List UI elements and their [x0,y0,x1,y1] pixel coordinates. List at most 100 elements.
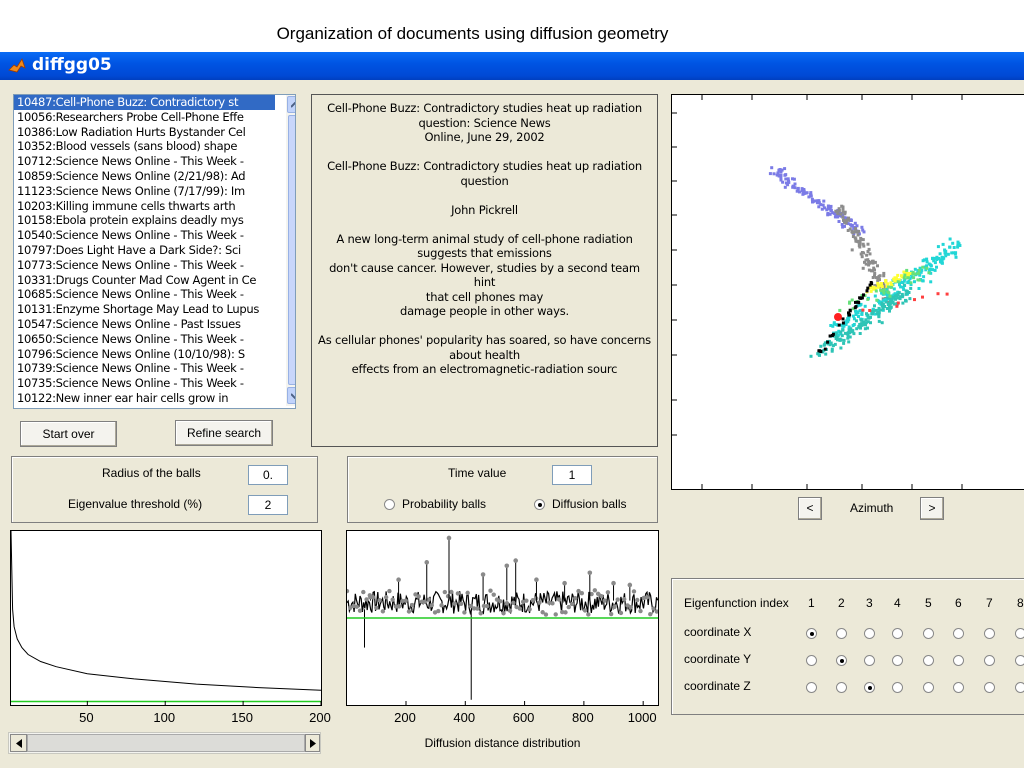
scroll-thumb[interactable] [288,115,295,385]
eigenfunction-index-label: Eigenfunction index [684,596,789,610]
coordinate-radio[interactable] [923,655,934,666]
scatter-point [889,298,893,302]
document-list-item[interactable]: 10859:Science News Online (2/21/98): Ad [14,169,275,184]
coordinate-radio[interactable] [836,655,847,666]
scatter-point [874,276,878,280]
document-list-item[interactable]: 10739:Science News Online - This Week - [14,361,275,376]
scatter-point [922,275,926,279]
scatter-point [931,256,934,260]
scroll-up-button[interactable] [287,96,295,113]
scatter-point [850,224,854,228]
window-title: diffgg05 [32,55,112,75]
coordinate-radio[interactable] [1015,655,1024,666]
scatter-point [850,230,854,234]
scroll-left-button[interactable] [10,734,27,752]
document-list-item[interactable]: 10796:Science News Online (10/10/98): S [14,347,275,362]
coordinate-radio[interactable] [1015,682,1024,693]
scatter-point [865,289,869,293]
scatter-point [843,224,846,228]
coordinate-radio[interactable] [923,682,934,693]
scatter-point [884,279,888,283]
coordinate-radio[interactable] [1015,628,1024,639]
document-list-item[interactable]: 10540:Science News Online - This Week - [14,228,275,243]
document-list-item[interactable]: 10712:Science News Online - This Week - [14,154,275,169]
eigenvalue-threshold-input[interactable]: 2 [248,495,288,515]
document-list-item[interactable]: 10056:Researchers Probe Cell-Phone Effe [14,110,275,125]
coordinate-radio[interactable] [806,682,817,693]
document-text-line: As cellular phones' popularity has soare… [318,333,651,347]
scroll-down-button[interactable] [287,387,295,404]
distance-marker [449,589,454,595]
scatter-point [870,259,874,263]
scatter-point [885,307,889,310]
coordinate-radio[interactable] [806,655,817,666]
coordinate-radio[interactable] [953,628,964,639]
coordinate-radio[interactable] [953,655,964,666]
scatter-point [846,320,850,324]
azimuth-right-button[interactable]: > [920,497,944,520]
scatter-point [899,285,903,289]
scatter-point [927,271,931,275]
coordinate-radio[interactable] [836,682,847,693]
document-list-item[interactable]: 10122:New inner ear hair cells grow in [14,391,275,406]
coordinate-radio[interactable] [836,628,847,639]
document-text-line: that cell phones may [425,289,544,304]
probability-balls-radio[interactable] [384,499,395,510]
coordinate-radio[interactable] [806,628,817,639]
document-list-item[interactable]: 10386:Low Radiation Hurts Bystander Cel [14,125,275,140]
scroll-right-button[interactable] [305,734,320,752]
document-list-item[interactable]: 10331:Drugs Counter Mad Cow Agent in Ce [14,273,275,288]
document-list-item[interactable]: 10352:Blood vessels (sans blood) shape [14,139,275,154]
selected-document-point [834,313,842,321]
document-list-item[interactable]: 10685:Science News Online - This Week - [14,287,275,302]
coordinate-radio[interactable] [892,628,903,639]
title-bar[interactable] [0,52,1024,80]
document-list-item[interactable]: 10487:Cell-Phone Buzz: Contradictory st [14,95,275,110]
horizontal-scrollbar[interactable] [8,732,321,754]
coordinate-radio[interactable] [864,628,875,639]
scatter-point [811,200,814,204]
document-list-item[interactable]: 11123:Science News Online (7/17/99): Im [14,184,275,199]
list-scrollbar[interactable] [286,95,295,406]
eigenvalue-threshold-label: Eigenvalue threshold (%) [68,497,203,511]
scatter-point [872,266,876,270]
distance-marker [387,588,392,594]
document-list-item[interactable]: 10131:Enzyme Shortage May Lead to Lupus [14,302,275,317]
coordinate-radio[interactable] [984,628,995,639]
coordinate-radio[interactable] [923,628,934,639]
start-over-button[interactable]: Start over [20,421,117,447]
document-list-item[interactable]: 10547:Science News Online - Past Issues [14,317,275,332]
coordinate-radio[interactable] [864,655,875,666]
radius-input[interactable]: 0. [248,465,288,485]
coordinate-radio[interactable] [892,655,903,666]
scatter-point [837,323,841,327]
coordinate-radio[interactable] [984,655,995,666]
coordinate-radio[interactable] [864,682,875,693]
document-list-item[interactable]: 10650:Science News Online - This Week - [14,332,275,347]
scatter-point [841,317,845,321]
diffusion-distance-plot-svg [344,535,660,705]
scatter-point [909,286,913,290]
document-list-item[interactable]: 10735:Science News Online - This Week - [14,376,275,391]
scatter-point [935,255,939,259]
time-value-input[interactable]: 1 [552,465,592,485]
x-tick-label: 200 [309,710,331,725]
azimuth-left-button[interactable]: < [798,497,822,520]
horizontal-scroll-thumb[interactable] [27,734,305,752]
document-list-item[interactable]: 10158:Ebola protein explains deadly mys [14,213,275,228]
coordinate-radio[interactable] [892,682,903,693]
diffusion-balls-radio[interactable] [534,499,545,510]
diffusion-map-scatter[interactable] [671,94,1024,490]
document-list-item[interactable]: 10773:Science News Online - This Week - [14,258,275,273]
document-listbox[interactable]: 10487:Cell-Phone Buzz: Contradictory st 1… [13,94,296,409]
coordinate-radio[interactable] [953,682,964,693]
document-list-item[interactable]: 10797:Does Light Have a Dark Side?: Sci [14,243,275,258]
distance-marker [524,598,529,603]
scatter-point [909,281,913,285]
distance-marker [439,603,444,608]
distance-marker [622,596,627,602]
coordinate-radio[interactable] [984,682,995,693]
distance-marker [364,597,369,602]
refine-search-button[interactable]: Refine search [175,420,273,446]
document-list-item[interactable]: 10203:Killing immune cells thwarts arth [14,199,275,214]
